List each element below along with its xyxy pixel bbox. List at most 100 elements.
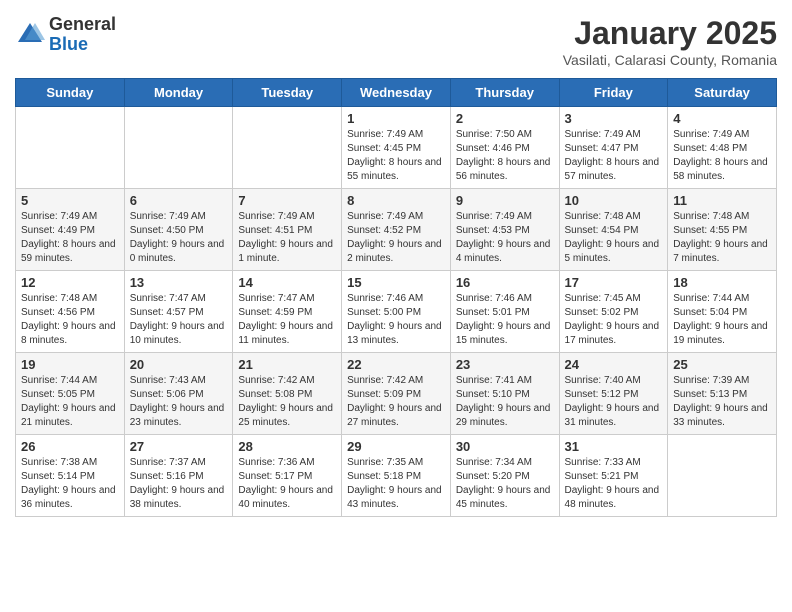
calendar-cell: 9 Sunrise: 7:49 AM Sunset: 4:53 PM Daylig… <box>450 189 559 271</box>
day-info: Sunrise: 7:43 AM Sunset: 5:06 PM Dayligh… <box>130 374 228 430</box>
day-number: 1 <box>347 111 445 126</box>
weekday-header-row: SundayMondayTuesdayWednesdayThursdayFrid… <box>16 79 777 107</box>
calendar-cell: 7Sunrise: 7:49 AM Sunset: 4:51 PM Daylig… <box>233 189 342 271</box>
weekday-header-cell: Wednesday <box>342 79 451 107</box>
day-number: 8 <box>347 193 445 208</box>
calendar-cell: 16Sunrise: 7:46 AM Sunset: 5:01 PM Dayli… <box>450 271 559 353</box>
calendar-cell: 13 Sunrise: 7:47 AM Sunset: 4:57 PM Dayli… <box>124 271 233 353</box>
day-number: 13 <box>130 275 228 290</box>
day-info: Sunrise: 7:48 AM Sunset: 4:56 PM Dayligh… <box>21 292 119 348</box>
calendar-cell: 27Sunrise: 7:37 AM Sunset: 5:16 PM Dayli… <box>124 435 233 517</box>
day-info: Sunrise: 7:44 AM Sunset: 5:04 PM Dayligh… <box>673 292 771 348</box>
day-info: Sunrise: 7:46 AM Sunset: 5:00 PM Dayligh… <box>347 292 445 348</box>
calendar-cell: 2Sunrise: 7:50 AM Sunset: 4:46 PM Daylig… <box>450 107 559 189</box>
day-number: 4 <box>673 111 771 126</box>
day-info: Sunrise: 7:49 AM Sunset: 4:52 PM Dayligh… <box>347 210 445 266</box>
calendar-cell: 18 Sunrise: 7:44 AM Sunset: 5:04 PM Dayli… <box>668 271 777 353</box>
logo-general: General <box>49 14 116 34</box>
day-number: 26 <box>21 439 119 454</box>
day-number: 31 <box>565 439 663 454</box>
day-number: 25 <box>673 357 771 372</box>
day-number: 28 <box>238 439 336 454</box>
calendar-cell: 15 Sunrise: 7:46 AM Sunset: 5:00 PM Dayli… <box>342 271 451 353</box>
calendar-cell: 29Sunrise: 7:35 AM Sunset: 5:18 PM Dayli… <box>342 435 451 517</box>
day-info: Sunrise: 7:36 AM Sunset: 5:17 PM Dayligh… <box>238 456 336 512</box>
day-number: 20 <box>130 357 228 372</box>
day-number: 21 <box>238 357 336 372</box>
calendar-cell: 21 Sunrise: 7:42 AM Sunset: 5:08 PM Dayli… <box>233 353 342 435</box>
calendar-cell: 17 Sunrise: 7:45 AM Sunset: 5:02 PM Dayli… <box>559 271 668 353</box>
calendar-cell <box>124 107 233 189</box>
day-number: 22 <box>347 357 445 372</box>
day-number: 11 <box>673 193 771 208</box>
day-info: Sunrise: 7:47 AM Sunset: 4:57 PM Dayligh… <box>130 292 228 348</box>
weekday-header-cell: Friday <box>559 79 668 107</box>
day-number: 15 <box>347 275 445 290</box>
day-number: 9 <box>456 193 554 208</box>
calendar-week-row: 19 Sunrise: 7:44 AM Sunset: 5:05 PM Dayli… <box>16 353 777 435</box>
weekday-header-cell: Tuesday <box>233 79 342 107</box>
logo: General Blue <box>15 15 116 55</box>
day-info: Sunrise: 7:48 AM Sunset: 4:55 PM Dayligh… <box>673 210 771 266</box>
calendar-cell: 24Sunrise: 7:40 AM Sunset: 5:12 PM Dayli… <box>559 353 668 435</box>
calendar-cell: 23 Sunrise: 7:41 AM Sunset: 5:10 PM Dayli… <box>450 353 559 435</box>
day-number: 23 <box>456 357 554 372</box>
day-info: Sunrise: 7:41 AM Sunset: 5:10 PM Dayligh… <box>456 374 554 430</box>
day-info: Sunrise: 7:35 AM Sunset: 5:18 PM Dayligh… <box>347 456 445 512</box>
calendar-cell <box>233 107 342 189</box>
calendar-cell: 31Sunrise: 7:33 AM Sunset: 5:21 PM Dayli… <box>559 435 668 517</box>
location-subtitle: Vasilati, Calarasi County, Romania <box>563 52 777 68</box>
calendar-cell: 6 Sunrise: 7:49 AM Sunset: 4:50 PM Daylig… <box>124 189 233 271</box>
day-number: 18 <box>673 275 771 290</box>
day-info: Sunrise: 7:49 AM Sunset: 4:50 PM Dayligh… <box>130 210 228 266</box>
calendar-cell: 28 Sunrise: 7:36 AM Sunset: 5:17 PM Dayli… <box>233 435 342 517</box>
calendar-cell: 4 Sunrise: 7:49 AM Sunset: 4:48 PM Daylig… <box>668 107 777 189</box>
day-number: 3 <box>565 111 663 126</box>
day-info: Sunrise: 7:42 AM Sunset: 5:08 PM Dayligh… <box>238 374 336 430</box>
day-info: Sunrise: 7:49 AM Sunset: 4:47 PM Dayligh… <box>565 128 663 184</box>
day-info: Sunrise: 7:47 AM Sunset: 4:59 PM Dayligh… <box>238 292 336 348</box>
calendar-cell: 3 Sunrise: 7:49 AM Sunset: 4:47 PM Daylig… <box>559 107 668 189</box>
logo-icon <box>15 20 45 50</box>
calendar-cell: 19 Sunrise: 7:44 AM Sunset: 5:05 PM Dayli… <box>16 353 125 435</box>
calendar-week-row: 5Sunrise: 7:49 AM Sunset: 4:49 PM Daylig… <box>16 189 777 271</box>
day-number: 27 <box>130 439 228 454</box>
calendar-cell: 5Sunrise: 7:49 AM Sunset: 4:49 PM Daylig… <box>16 189 125 271</box>
title-block: January 2025 Vasilati, Calarasi County, … <box>563 15 777 68</box>
calendar-body: 1Sunrise: 7:49 AM Sunset: 4:45 PM Daylig… <box>16 107 777 517</box>
day-number: 12 <box>21 275 119 290</box>
day-info: Sunrise: 7:49 AM Sunset: 4:48 PM Dayligh… <box>673 128 771 184</box>
day-info: Sunrise: 7:44 AM Sunset: 5:05 PM Dayligh… <box>21 374 119 430</box>
day-info: Sunrise: 7:39 AM Sunset: 5:13 PM Dayligh… <box>673 374 771 430</box>
day-info: Sunrise: 7:49 AM Sunset: 4:53 PM Dayligh… <box>456 210 554 266</box>
calendar-cell: 12 Sunrise: 7:48 AM Sunset: 4:56 PM Dayli… <box>16 271 125 353</box>
calendar-week-row: 1Sunrise: 7:49 AM Sunset: 4:45 PM Daylig… <box>16 107 777 189</box>
calendar-cell: 26 Sunrise: 7:38 AM Sunset: 5:14 PM Dayli… <box>16 435 125 517</box>
day-number: 24 <box>565 357 663 372</box>
calendar-cell <box>668 435 777 517</box>
day-info: Sunrise: 7:38 AM Sunset: 5:14 PM Dayligh… <box>21 456 119 512</box>
calendar-cell: 1Sunrise: 7:49 AM Sunset: 4:45 PM Daylig… <box>342 107 451 189</box>
day-number: 19 <box>21 357 119 372</box>
day-number: 30 <box>456 439 554 454</box>
weekday-header-cell: Monday <box>124 79 233 107</box>
page-header: General Blue January 2025 Vasilati, Cala… <box>15 15 777 68</box>
day-info: Sunrise: 7:48 AM Sunset: 4:54 PM Dayligh… <box>565 210 663 266</box>
calendar-week-row: 12 Sunrise: 7:48 AM Sunset: 4:56 PM Dayli… <box>16 271 777 353</box>
calendar-cell <box>16 107 125 189</box>
day-info: Sunrise: 7:42 AM Sunset: 5:09 PM Dayligh… <box>347 374 445 430</box>
calendar-cell: 10 Sunrise: 7:48 AM Sunset: 4:54 PM Dayli… <box>559 189 668 271</box>
day-number: 17 <box>565 275 663 290</box>
day-number: 6 <box>130 193 228 208</box>
calendar-cell: 22 Sunrise: 7:42 AM Sunset: 5:09 PM Dayli… <box>342 353 451 435</box>
day-info: Sunrise: 7:49 AM Sunset: 4:49 PM Dayligh… <box>21 210 119 266</box>
day-number: 10 <box>565 193 663 208</box>
calendar-cell: 25 Sunrise: 7:39 AM Sunset: 5:13 PM Dayli… <box>668 353 777 435</box>
calendar-cell: 14Sunrise: 7:47 AM Sunset: 4:59 PM Dayli… <box>233 271 342 353</box>
day-info: Sunrise: 7:46 AM Sunset: 5:01 PM Dayligh… <box>456 292 554 348</box>
day-info: Sunrise: 7:45 AM Sunset: 5:02 PM Dayligh… <box>565 292 663 348</box>
calendar-cell: 20 Sunrise: 7:43 AM Sunset: 5:06 PM Dayli… <box>124 353 233 435</box>
calendar-cell: 11 Sunrise: 7:48 AM Sunset: 4:55 PM Dayli… <box>668 189 777 271</box>
day-info: Sunrise: 7:34 AM Sunset: 5:20 PM Dayligh… <box>456 456 554 512</box>
logo-blue: Blue <box>49 34 88 54</box>
